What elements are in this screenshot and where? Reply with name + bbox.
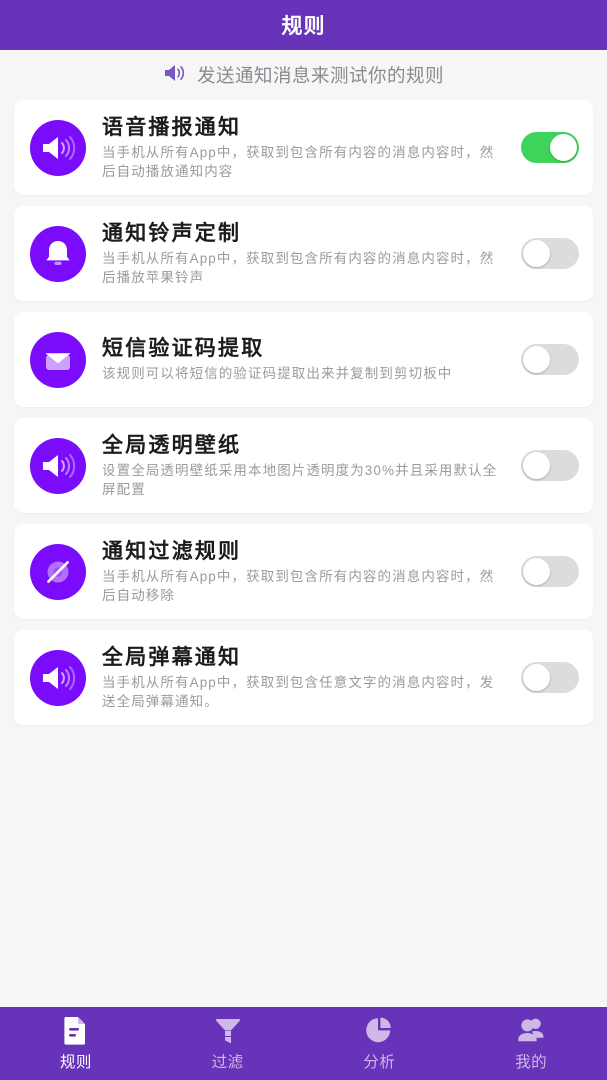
tab-label: 我的 [515, 1054, 548, 1071]
rule-description: 该规则可以将短信的验证码提取出来并复制到剪切板中 [102, 366, 453, 381]
rule-description: 当手机从所有App中，获取到包含所有内容的消息内容时，然后自动播放通知内容 [102, 144, 495, 179]
rule-card[interactable]: 全局弹幕通知 当手机从所有App中，获取到包含任意文字的消息内容时，发送全局弹幕… [14, 630, 593, 725]
rule-description: 当手机从所有App中，获取到包含所有内容的消息内容时，然后播放苹果铃声 [102, 250, 495, 285]
tab-analysis[interactable]: 分析 [304, 1007, 456, 1080]
test-rule-hint-label: 发送通知消息来测试你的规则 [196, 65, 444, 86]
speaker-icon [30, 119, 86, 176]
envelope-icon [30, 331, 86, 388]
toggle-knob [550, 134, 577, 161]
rule-card[interactable]: 通知铃声定制 当手机从所有App中，获取到包含所有内容的消息内容时，然后播放苹果… [14, 206, 593, 301]
rule-title: 语音播报通知 [102, 115, 242, 139]
rule-card[interactable]: 语音播报通知 当手机从所有App中，获取到包含所有内容的消息内容时，然后自动播放… [14, 100, 593, 195]
rule-toggle[interactable] [521, 238, 579, 269]
rule-toggle[interactable] [521, 556, 579, 587]
pie-chart-icon [365, 1015, 393, 1045]
rule-description: 设置全局透明壁纸采用本地图片透明度为30%并且采用默认全屏配置 [102, 462, 498, 497]
slashed-circle-icon [30, 543, 86, 600]
tab-label: 过滤 [211, 1054, 244, 1071]
test-rule-hint[interactable]: 发送通知消息来测试你的规则 [0, 50, 607, 100]
rule-toggle[interactable] [521, 662, 579, 693]
app-header: 规则 [0, 0, 607, 50]
toggle-knob [523, 240, 550, 267]
rule-description: 当手机从所有App中，获取到包含任意文字的消息内容时，发送全局弹幕通知。 [102, 674, 495, 709]
rule-title: 短信验证码提取 [102, 337, 265, 360]
rule-text: 语音播报通知 当手机从所有App中，获取到包含所有内容的消息内容时，然后自动播放… [102, 115, 521, 181]
funnel-icon [214, 1015, 242, 1045]
rule-toggle[interactable] [521, 132, 579, 163]
tab-label: 分析 [363, 1054, 396, 1071]
rule-title: 全局透明壁纸 [102, 433, 242, 457]
people-icon [516, 1015, 546, 1045]
rules-list: 语音播报通知 当手机从所有App中，获取到包含所有内容的消息内容时，然后自动播放… [0, 100, 607, 725]
speaker-icon [30, 437, 86, 494]
tab-rules[interactable]: 规则 [0, 1007, 152, 1080]
tab-mine[interactable]: 我的 [455, 1007, 607, 1080]
rule-text: 短信验证码提取 该规则可以将短信的验证码提取出来并复制到剪切板中 [102, 336, 521, 383]
toggle-knob [523, 558, 550, 585]
speaker-icon [163, 63, 187, 88]
rule-text: 全局弹幕通知 当手机从所有App中，获取到包含任意文字的消息内容时，发送全局弹幕… [102, 645, 521, 711]
rule-toggle[interactable] [521, 450, 579, 481]
rule-card[interactable]: 全局透明壁纸 设置全局透明壁纸采用本地图片透明度为30%并且采用默认全屏配置 [14, 418, 593, 513]
rule-title: 通知铃声定制 [102, 221, 242, 245]
tab-filter[interactable]: 过滤 [152, 1007, 304, 1080]
rule-description: 当手机从所有App中，获取到包含所有内容的消息内容时，然后自动移除 [102, 568, 495, 603]
toggle-knob [523, 664, 550, 691]
rule-title: 通知过滤规则 [102, 539, 242, 563]
bottom-tab-bar: 规则 过滤 分析 我的 [0, 1007, 607, 1080]
rule-card[interactable]: 短信验证码提取 该规则可以将短信的验证码提取出来并复制到剪切板中 [14, 312, 593, 407]
tab-label: 规则 [59, 1054, 92, 1071]
document-icon [62, 1015, 89, 1045]
rule-card[interactable]: 通知过滤规则 当手机从所有App中，获取到包含所有内容的消息内容时，然后自动移除 [14, 524, 593, 619]
bell-icon [30, 225, 86, 282]
speaker-icon [30, 649, 86, 706]
toggle-knob [523, 452, 550, 479]
rule-title: 全局弹幕通知 [102, 645, 242, 669]
rule-toggle[interactable] [521, 344, 579, 375]
rule-text: 通知铃声定制 当手机从所有App中，获取到包含所有内容的消息内容时，然后播放苹果… [102, 221, 521, 287]
page-title: 规则 [281, 15, 326, 38]
rule-text: 全局透明壁纸 设置全局透明壁纸采用本地图片透明度为30%并且采用默认全屏配置 [102, 433, 521, 499]
toggle-knob [523, 346, 550, 373]
rule-text: 通知过滤规则 当手机从所有App中，获取到包含所有内容的消息内容时，然后自动移除 [102, 539, 521, 605]
